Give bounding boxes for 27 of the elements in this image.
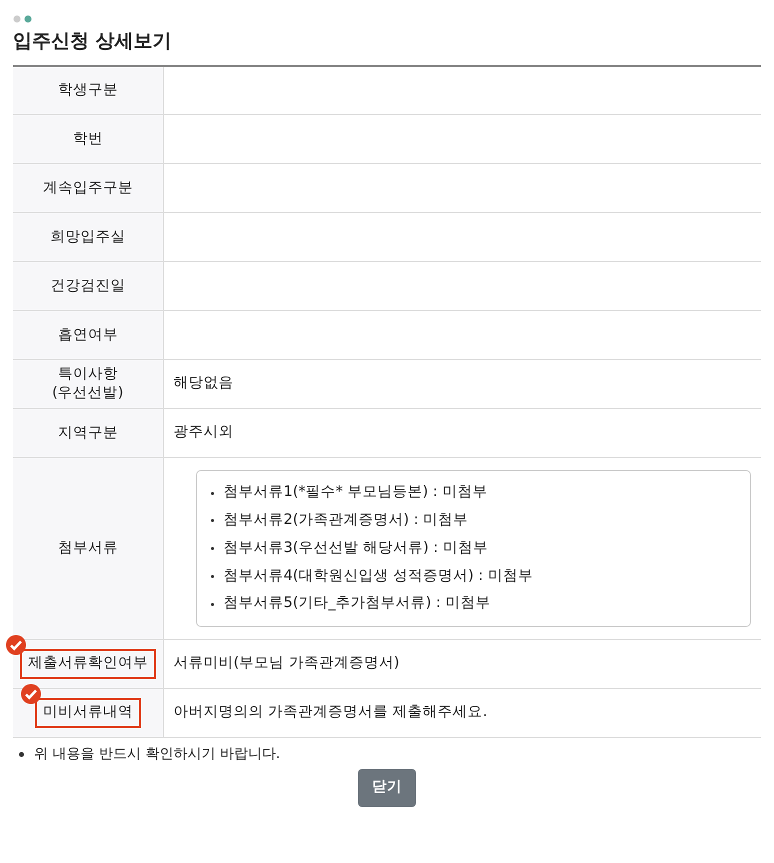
bullet-icon — [210, 547, 214, 550]
row-value: 광주시외 — [163, 408, 761, 458]
row-label: 학번 — [13, 114, 163, 164]
row-value: 아버지명의의 가족관계증명서를 제출해주세요. — [163, 688, 761, 738]
row-label: 계속입주구분 — [13, 164, 163, 213]
bullet-icon — [210, 492, 214, 495]
row-label: 희망입주실 — [13, 212, 163, 262]
bullet-icon — [210, 519, 214, 522]
notice-text: 위 내용을 반드시 확인하시기 바랍니다. — [34, 745, 280, 764]
attachment-item: 첨부서류1(*필수* 부모님등본) : 미첨부 — [224, 483, 488, 502]
row-label: 건강검진일 — [13, 262, 163, 311]
attachment-item: 첨부서류4(대학원신입생 성적증명서) : 미첨부 — [224, 566, 533, 586]
close-button[interactable]: 닫기 — [358, 769, 416, 807]
row-label: 지역구분 — [13, 408, 163, 458]
row-value: 서류미비(부모님 가족관계증명서) — [163, 640, 761, 689]
row-value: 해당없음 — [163, 360, 761, 409]
row-label: 학생구분 — [13, 66, 163, 115]
row-label: 흡연여부 — [13, 310, 163, 360]
row-label: 특이사항 (우선선발) — [13, 360, 163, 409]
attachment-item: 첨부서류5(기타_추가첨부서류) : 미첨부 — [224, 594, 490, 614]
page-title: 입주신청 상세보기 — [13, 30, 173, 53]
bullet-icon — [19, 752, 24, 758]
bullet-icon — [210, 574, 214, 578]
attachment-item: 첨부서류3(우선선발 해당서류) : 미첨부 — [224, 538, 488, 558]
attachment-item: 첨부서류2(가족관계증명서) : 미첨부 — [224, 511, 468, 530]
bullet-icon — [210, 602, 214, 606]
row-label: 첨부서류 — [13, 458, 163, 640]
